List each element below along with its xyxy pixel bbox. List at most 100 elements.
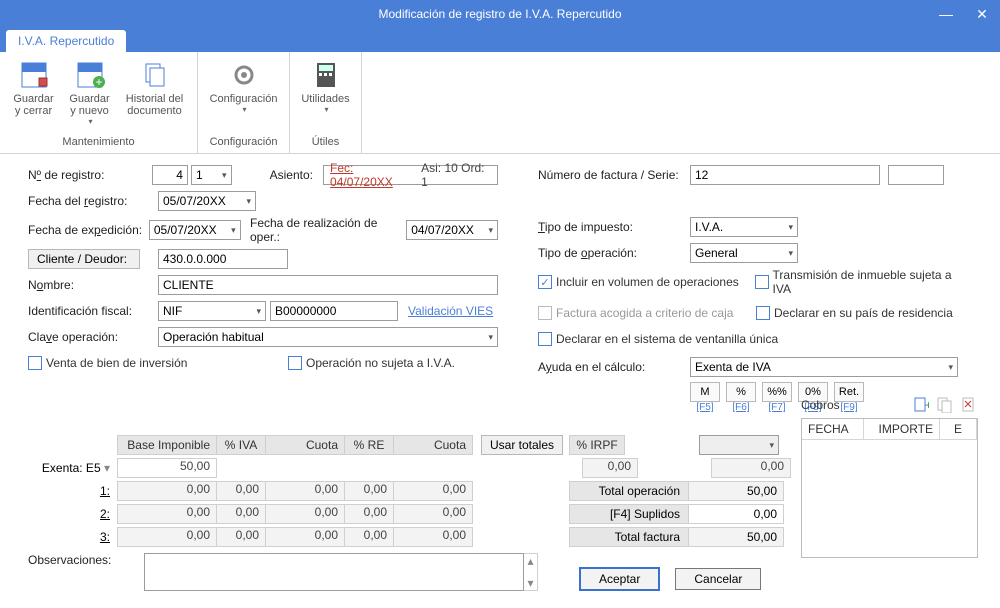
tab-iva-repercutido[interactable]: I.V.A. Repercutido [6,30,126,52]
cobros-table: FECHA IMPORTE E [801,418,978,558]
chevron-down-icon: ▾ [240,105,246,114]
suplidos-value[interactable]: 0,00 [688,504,784,524]
col-base-imponible: Base Imponible [117,435,217,455]
floppy-red-icon [18,59,50,91]
r2-cuota[interactable]: 0,00 [265,504,345,524]
total-operacion-label: Total operación [569,481,689,501]
observaciones-textarea[interactable] [144,553,524,591]
fecha-registro-input[interactable]: 05/07/20XX▾ [158,191,256,211]
cobros-col-e[interactable]: E [940,419,977,440]
r1-piva[interactable]: 0,00 [216,481,266,501]
serie-input[interactable] [888,165,944,185]
r1-cuota[interactable]: 0,00 [265,481,345,501]
ribbon: Guardar y cerrar + Guardar y nuevo ▾ His… [0,52,1000,154]
r1-cuota2[interactable]: 0,00 [393,481,473,501]
cobros-panel: Cobros + FECHA IMPORTE E [801,396,978,558]
delete-document-icon[interactable] [960,396,978,414]
operacion-no-sujeta-checkbox[interactable]: Operación no sujeta a I.V.A. [288,356,455,370]
fecha-expedicion-input[interactable]: 05/07/20XX▾ [149,220,241,240]
nombre-input[interactable] [158,275,498,295]
r2-piva[interactable]: 0,00 [216,504,266,524]
total-operacion-value: 50,00 [688,481,784,501]
minimize-button[interactable]: — [928,0,964,28]
utilities-button[interactable]: Utilidades ▾ [298,55,354,136]
nregistro-select[interactable]: 1▾ [191,165,232,185]
tipo-operacion-select[interactable]: General▾ [690,243,798,263]
numero-factura-input[interactable] [690,165,880,185]
close-button[interactable]: ✕ [964,0,1000,28]
tipo-impuesto-label: Tipo de impuesto: [538,220,690,234]
r3-cuota[interactable]: 0,00 [265,527,345,547]
svg-text:+: + [925,398,929,412]
ribbon-group-configuracion: Configuración [210,136,278,150]
col-pre: % RE [344,435,394,455]
row1-label: 1: [28,484,118,498]
cancelar-button[interactable]: Cancelar [675,568,761,590]
exenta-ret: 0,00 [711,458,791,478]
suplidos-label: [F4] Suplidos [569,504,689,524]
col-cuota-re: Cuota [393,435,473,455]
scrollbar[interactable]: ▴▾ [524,553,538,591]
r3-pre[interactable]: 0,00 [344,527,394,547]
copy-document-icon[interactable] [936,396,954,414]
usar-totales-button[interactable]: Usar totales [481,435,563,455]
floppy-green-icon: + [74,59,106,91]
tab-bar: I.V.A. Repercutido [0,28,1000,52]
row3-label: 3: [28,530,118,544]
clave-operacion-select[interactable]: Operación habitual▾ [158,327,498,347]
save-and-new-button[interactable]: + Guardar y nuevo ▾ [62,55,118,136]
calculator-icon [310,59,342,91]
cobros-col-fecha[interactable]: FECHA [802,419,864,440]
identificacion-fiscal-label: Identificación fiscal: [28,304,158,318]
row2-label: 2: [28,507,118,521]
cobros-title: Cobros [801,398,840,412]
venta-bien-inversion-checkbox[interactable]: Venta de bien de inversión [28,356,288,370]
fecha-realizacion-input[interactable]: 04/07/20XX▾ [406,220,498,240]
help-pctpct-button[interactable]: %% [762,382,792,402]
ret-type-select[interactable]: ▾ [699,435,779,455]
fecha-registro-label: Fecha del registro: [28,194,158,208]
r2-pre[interactable]: 0,00 [344,504,394,524]
cobros-body [802,440,977,557]
criterio-caja-checkbox: Factura acogida a criterio de caja [538,306,756,320]
incluir-volumen-checkbox[interactable]: ✓Incluir en volumen de operaciones [538,275,755,289]
help-pct-button[interactable]: % [726,382,756,402]
save-and-close-button[interactable]: Guardar y cerrar [6,55,62,136]
cliente-deudor-button[interactable]: Cliente / Deudor: [28,249,140,269]
transmision-inmueble-checkbox[interactable]: Transmisión de inmueble sujeta a IVA [755,268,972,296]
help-m-button[interactable]: M [690,382,720,402]
r1-pre[interactable]: 0,00 [344,481,394,501]
total-factura-label: Total factura [569,527,689,547]
cliente-input[interactable] [158,249,288,269]
r3-base[interactable]: 0,00 [117,527,217,547]
idfis-num-input[interactable] [270,301,398,321]
tipo-operacion-label: Tipo de operación: [538,246,690,260]
document-history-button[interactable]: Historial del documento [118,55,192,136]
ayuda-calculo-select[interactable]: Exenta de IVA▾ [690,357,958,377]
aceptar-button[interactable]: Aceptar [580,568,659,590]
configuration-button[interactable]: Configuración ▾ [207,55,281,136]
numero-factura-label: Número de factura / Serie: [538,168,690,182]
cobros-col-importe[interactable]: IMPORTE [864,419,940,440]
ribbon-group-utiles: Útiles [312,136,340,150]
gear-icon [228,59,260,91]
validacion-vies-link[interactable]: Validación VIES [408,304,493,318]
documents-icon [139,59,171,91]
r3-cuota2[interactable]: 0,00 [393,527,473,547]
nregistro-input-1[interactable] [152,165,188,185]
ventanilla-unica-checkbox[interactable]: Declarar en el sistema de ventanilla úni… [538,332,778,346]
declarar-pais-checkbox[interactable]: Declarar en su país de residencia [756,306,953,320]
idfis-tipo-select[interactable]: NIF▾ [158,301,266,321]
r1-base[interactable]: 0,00 [117,481,217,501]
fecha-expedicion-label: Fecha de expedición: [28,223,149,237]
r3-piva[interactable]: 0,00 [216,527,266,547]
exenta-label: Exenta: E5 ▾ [28,461,118,475]
exenta-base-input[interactable]: 50,00 [117,458,217,478]
r2-base[interactable]: 0,00 [117,504,217,524]
tipo-impuesto-select[interactable]: I.V.A.▾ [690,217,798,237]
col-piva: % IVA [216,435,266,455]
r2-cuota2[interactable]: 0,00 [393,504,473,524]
clave-operacion-label: Clave operación: [28,330,158,344]
add-document-icon[interactable]: + [912,396,930,414]
asiento-value[interactable]: Fec: 04/07/20XXAsi: 10 Ord: 1 [323,165,498,185]
